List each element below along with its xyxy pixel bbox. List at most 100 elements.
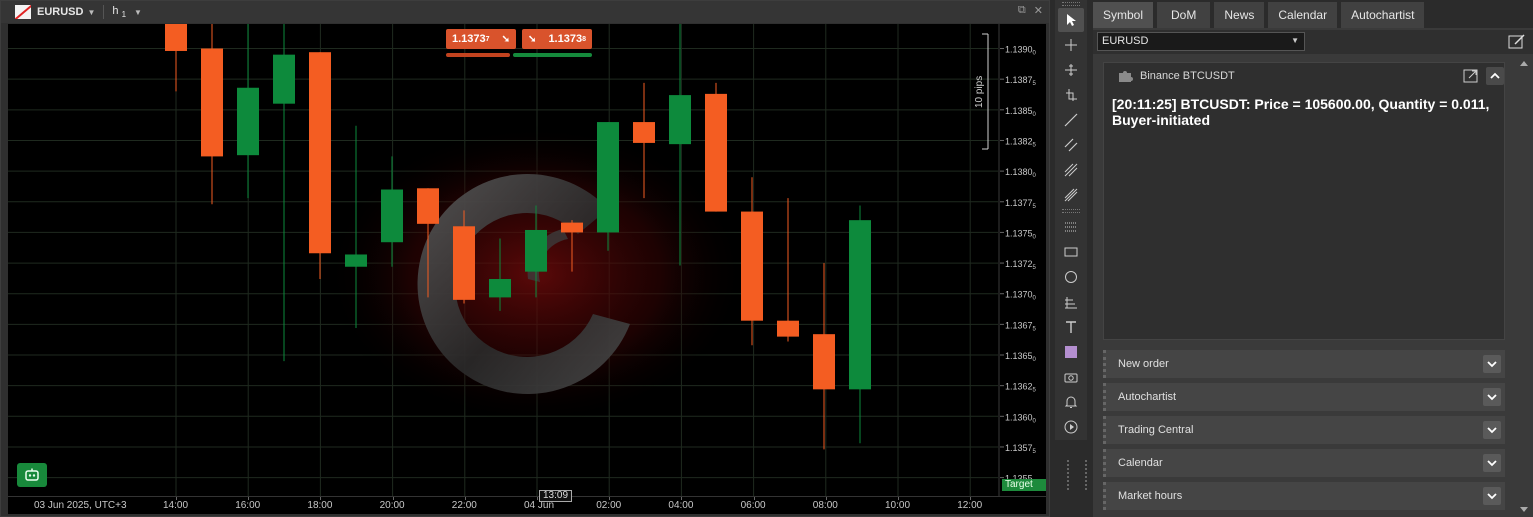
price-tick-label: 1.13650 [1005,351,1037,363]
price-tick-label: 1.13825 [1005,136,1037,148]
price-tick-label: 1.13600 [1005,412,1037,424]
bear-candle[interactable] [813,263,835,450]
bear-candle[interactable] [309,52,331,280]
bear-candle[interactable] [741,177,763,346]
bear-candle[interactable] [165,24,187,92]
bear-candle[interactable] [777,198,799,342]
buy-arrow-icon: ➘ [528,33,537,45]
timeframe-selector[interactable]: h 1 [112,5,126,19]
close-window-icon[interactable]: ✕ [1034,4,1043,17]
candle-body [849,220,871,390]
price-tick-label: 1.13625 [1005,382,1037,394]
time-tick-label: 03 Jun 2025, UTC+3 [34,500,127,511]
anchor-icon[interactable] [1058,83,1084,107]
time-tick [609,497,611,500]
candle-body [237,87,259,156]
chevron-up-icon [1490,72,1500,79]
candle-body [813,334,835,390]
time-tick-label: 04:00 [668,500,694,511]
target-label[interactable]: Target [1002,479,1046,491]
candle-body [777,320,799,337]
zoom-icon[interactable] [1058,58,1084,82]
bull-candle[interactable] [849,205,871,444]
tab-symbol[interactable]: Symbol [1093,2,1154,28]
time-tick-label: 18:00 [307,500,333,511]
buy-price-button[interactable]: ➘ 1.1373 8 [522,29,592,49]
levels-icon[interactable] [1058,215,1084,239]
candle-body [165,24,187,51]
bear-candle[interactable] [201,24,223,205]
price-tick-label: 1.13700 [1005,290,1037,302]
channel-icon[interactable] [1058,133,1084,157]
symbol-flag-icon [15,5,31,19]
ellipse-icon[interactable] [1058,265,1084,289]
expand-button[interactable] [1483,388,1501,406]
expand-button[interactable] [1483,421,1501,439]
crosshair-icon[interactable] [1058,33,1084,57]
cursor-icon[interactable] [1058,8,1084,32]
price-tick-label: 1.13875 [1005,75,1037,87]
bull-candle[interactable] [237,24,259,199]
fibonacci-icon[interactable] [1058,158,1084,182]
section-calendar[interactable]: Calendar [1103,449,1505,477]
time-tick-label: 12:00 [957,500,983,511]
candle-body [345,254,367,267]
tab-autochartist[interactable]: Autochartist [1341,2,1425,28]
replay-icon[interactable] [1058,415,1084,439]
bell-icon[interactable] [1058,390,1084,414]
section-trading-central[interactable]: Trading Central [1103,416,1505,444]
price-tick-label: 1.13800 [1005,167,1037,179]
sell-arrow-icon: ➘ [501,33,510,45]
bull-candle[interactable] [273,24,295,362]
price-tick-label: 1.13725 [1005,259,1037,271]
chart-symbol[interactable]: EURUSD [37,6,83,18]
expand-button[interactable] [1483,487,1501,505]
price-tick-label: 1.13575 [1005,443,1037,455]
section-market-hours[interactable]: Market hours [1103,482,1505,510]
time-tick-label: 06:00 [740,500,766,511]
edit-layout-icon[interactable] [1507,33,1527,51]
symbol-row: EURUSD ▼ [1093,30,1533,54]
price-tick-label: 1.13750 [1005,228,1037,240]
chart-plot-area[interactable]: 1.13900 1.13875 1.13850 1.13825 1.13800 1.137… [8,24,1046,496]
tab-dom[interactable]: DoM [1157,2,1211,28]
camera-icon[interactable] [1058,365,1084,389]
time-axis[interactable]: 03 Jun 2025, UTC+3 14:00 16:00 18:00 20:00 22… [8,496,1046,514]
detach-window-icon[interactable]: ⧉ [1018,4,1026,17]
panel-scrollbar[interactable] [1518,56,1530,517]
collapse-button[interactable] [1486,67,1504,85]
time-tick-label: 16:00 [235,500,261,511]
chart-window: EURUSD ▼ h 1 ▼ ⧉ ✕ 1.13900 1.13875 1.138… [0,0,1050,517]
rectangle-icon[interactable] [1058,240,1084,264]
symbol-select[interactable]: EURUSD ▼ [1097,32,1305,51]
section-autochartist[interactable]: Autochartist [1103,383,1505,411]
time-tick [392,497,394,500]
candle-body [561,222,583,233]
symbol-dropdown-icon[interactable]: ▼ [87,8,95,17]
bear-candle[interactable] [705,82,727,212]
section-new-order[interactable]: New order [1103,350,1505,378]
time-tick [753,497,755,500]
text-icon[interactable] [1058,315,1084,339]
toolbar-grip[interactable] [1062,2,1080,6]
candlestick-chart[interactable]: 1.13900 1.13875 1.13850 1.13825 1.13800 1.137… [8,24,1046,496]
price-axis[interactable]: 1.13900 1.13875 1.13850 1.13825 1.13800 1.137… [998,24,1037,496]
cbot-button[interactable] [17,463,47,487]
toolbar-resize-grip[interactable] [1067,460,1087,490]
popout-icon[interactable] [1462,68,1480,84]
fan-icon[interactable] [1058,290,1084,314]
expand-button[interactable] [1483,454,1501,472]
pitchfork-icon[interactable] [1058,183,1084,207]
color-swatch-icon[interactable] [1058,340,1084,364]
candle-body [453,226,475,300]
tab-news[interactable]: News [1214,2,1265,28]
cbot-header: Binance BTCUSDT [1104,63,1504,89]
cbot-log-panel: Binance BTCUSDT [20:11:25] BTCUSDT: Pric… [1103,62,1505,340]
bull-candle[interactable] [597,122,619,251]
trendline-icon[interactable] [1058,108,1084,132]
timeframe-dropdown-icon[interactable]: ▼ [134,8,142,17]
panel-tabs: Symbol DoM News Calendar Autochartist [1093,0,1533,28]
expand-button[interactable] [1483,355,1501,373]
tab-calendar[interactable]: Calendar [1268,2,1338,28]
sell-price-button[interactable]: 1.1373 7 ➘ [446,29,516,49]
